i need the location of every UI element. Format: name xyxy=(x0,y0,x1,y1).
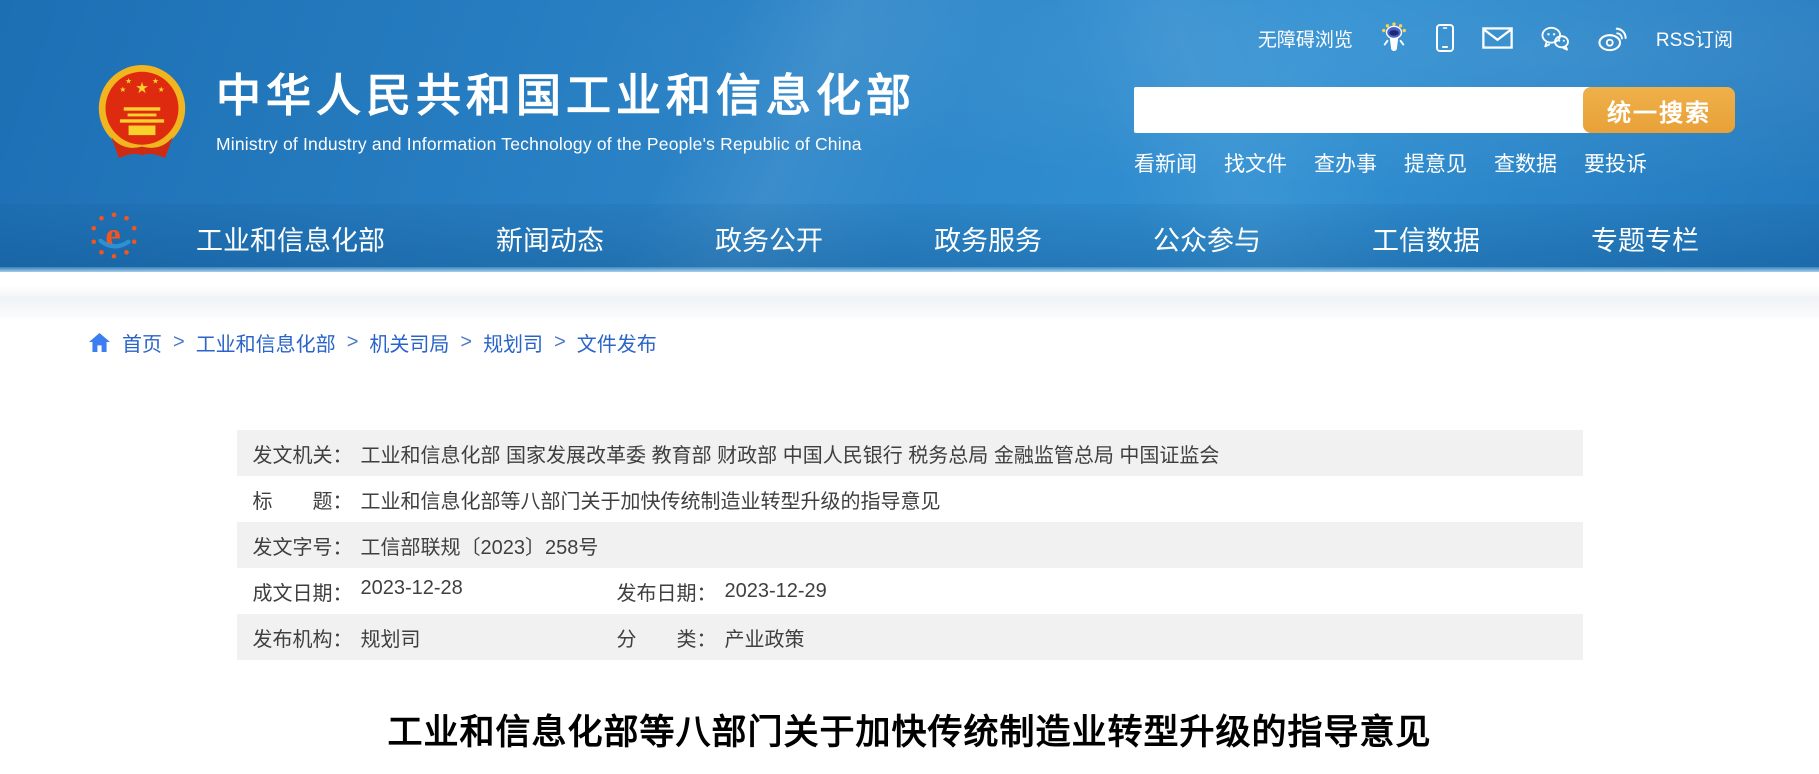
article-title: 工业和信息化部等八部门关于加快传统制造业转型升级的指导意见 xyxy=(237,704,1583,755)
site-title-en: Ministry of Industry and Information Tec… xyxy=(216,134,916,155)
breadcrumb-planning-dept[interactable]: 规划司 xyxy=(483,328,543,357)
document-meta-table: 发文机关： 工业和信息化部 国家发展改革委 教育部 财政部 中国人民银行 税务总… xyxy=(237,430,1583,660)
brand-link[interactable]: ★ ★ ★ ★ ★ 中华人民共和国工业和信息化部 Ministry of Ind… xyxy=(94,60,916,173)
meta-label: 发文机关： xyxy=(253,439,353,468)
quick-link-data[interactable]: 查数据 xyxy=(1494,148,1557,178)
quick-link-feedback[interactable]: 提意见 xyxy=(1404,148,1467,178)
meta-label: 分 类： xyxy=(617,623,717,652)
svg-text:★: ★ xyxy=(158,85,165,94)
svg-text:★: ★ xyxy=(125,76,132,85)
nav-item-miit-data[interactable]: 工信数据 xyxy=(1372,219,1480,258)
breadcrumb-departments[interactable]: 机关司局 xyxy=(369,328,449,357)
quick-links: 看新闻 找文件 查办事 提意见 查数据 要投诉 xyxy=(1134,148,1735,178)
nav-item-miit[interactable]: 工业和信息化部 xyxy=(196,219,385,258)
site-title: 中华人民共和国工业和信息化部 xyxy=(216,70,916,122)
rss-link[interactable]: RSS订阅 xyxy=(1656,25,1733,52)
meta-value: 产业政策 xyxy=(725,623,805,652)
svg-text:★: ★ xyxy=(119,85,126,94)
breadcrumb-separator: > xyxy=(173,331,185,354)
breadcrumb-document-release: 文件发布 xyxy=(577,328,657,357)
meta-row-dates: 成文日期： 2023-12-28 发布日期： 2023-12-29 xyxy=(237,568,1583,614)
nav-item-public-participation[interactable]: 公众参与 xyxy=(1153,219,1261,258)
meta-value: 工信部联规〔2023〕258号 xyxy=(361,531,599,560)
breadcrumb-home[interactable]: 首页 xyxy=(122,328,162,357)
meta-row-document-number: 发文字号： 工信部联规〔2023〕258号 xyxy=(237,522,1583,568)
robot-icon[interactable] xyxy=(1380,22,1408,54)
meta-row-title: 标 题： 工业和信息化部等八部门关于加快传统制造业转型升级的指导意见 xyxy=(237,476,1583,522)
meta-row-publisher-category: 发布机构： 规划司 分 类： 产业政策 xyxy=(237,614,1583,660)
meta-label: 发布机构： xyxy=(253,623,353,652)
meta-label: 成文日期： xyxy=(253,577,353,606)
mail-icon[interactable] xyxy=(1482,27,1513,49)
meta-row-issuing-agency: 发文机关： 工业和信息化部 国家发展改革委 教育部 财政部 中国人民银行 税务总… xyxy=(237,430,1583,476)
nav-items: 工业和信息化部 新闻动态 政务公开 政务服务 公众参与 工信数据 专题专栏 xyxy=(196,219,1759,258)
header-divider xyxy=(0,272,1819,318)
svg-text:★: ★ xyxy=(152,76,159,85)
meta-label: 标 题： xyxy=(253,485,353,514)
weibo-icon[interactable] xyxy=(1597,24,1629,52)
meta-label: 发文字号： xyxy=(253,531,353,560)
utility-bar: 无障碍浏览 xyxy=(1258,22,1733,54)
breadcrumb-miit[interactable]: 工业和信息化部 xyxy=(196,328,336,357)
quick-link-services[interactable]: 查办事 xyxy=(1314,148,1377,178)
mobile-icon[interactable] xyxy=(1435,23,1455,53)
quick-link-documents[interactable]: 找文件 xyxy=(1224,148,1287,178)
breadcrumb-separator: > xyxy=(554,331,566,354)
meta-value: 工业和信息化部等八部门关于加快传统制造业转型升级的指导意见 xyxy=(361,485,941,514)
national-emblem-logo: ★ ★ ★ ★ ★ xyxy=(94,60,190,173)
wechat-icon[interactable] xyxy=(1540,25,1570,51)
svg-text:e: e xyxy=(105,216,120,254)
accessibility-link[interactable]: 无障碍浏览 xyxy=(1258,25,1353,52)
meta-value: 2023-12-28 xyxy=(361,577,463,606)
breadcrumb: 首页 > 工业和信息化部 > 机关司局 > 规划司 > 文件发布 xyxy=(0,326,1819,358)
meta-value: 规划司 xyxy=(361,623,421,652)
quick-link-news[interactable]: 看新闻 xyxy=(1134,148,1197,178)
nav-item-gov-services[interactable]: 政务服务 xyxy=(934,219,1042,258)
svg-text:★: ★ xyxy=(135,80,149,97)
search-input[interactable] xyxy=(1134,87,1591,133)
site-header: 无障碍浏览 xyxy=(0,0,1819,272)
search-button[interactable]: 统一搜索 xyxy=(1583,87,1735,133)
home-icon[interactable] xyxy=(88,332,111,353)
search-bar: 统一搜索 xyxy=(1134,87,1735,133)
breadcrumb-separator: > xyxy=(347,331,359,354)
nav-item-news[interactable]: 新闻动态 xyxy=(496,219,604,258)
meta-value: 工业和信息化部 国家发展改革委 教育部 财政部 中国人民银行 税务总局 金融监管… xyxy=(361,439,1220,468)
meta-label: 发布日期： xyxy=(617,577,717,606)
miit-e-logo-icon: e xyxy=(88,210,140,267)
breadcrumb-separator: > xyxy=(460,331,472,354)
nav-item-gov-disclosure[interactable]: 政务公开 xyxy=(715,219,823,258)
meta-value: 2023-12-29 xyxy=(725,580,827,603)
main-nav: e 工业和信息化部 新闻动态 政务公开 政务服务 公众参与 工信数据 专题专栏 xyxy=(0,204,1819,272)
nav-item-special-topics[interactable]: 专题专栏 xyxy=(1591,219,1699,258)
quick-link-complaint[interactable]: 要投诉 xyxy=(1584,148,1647,178)
